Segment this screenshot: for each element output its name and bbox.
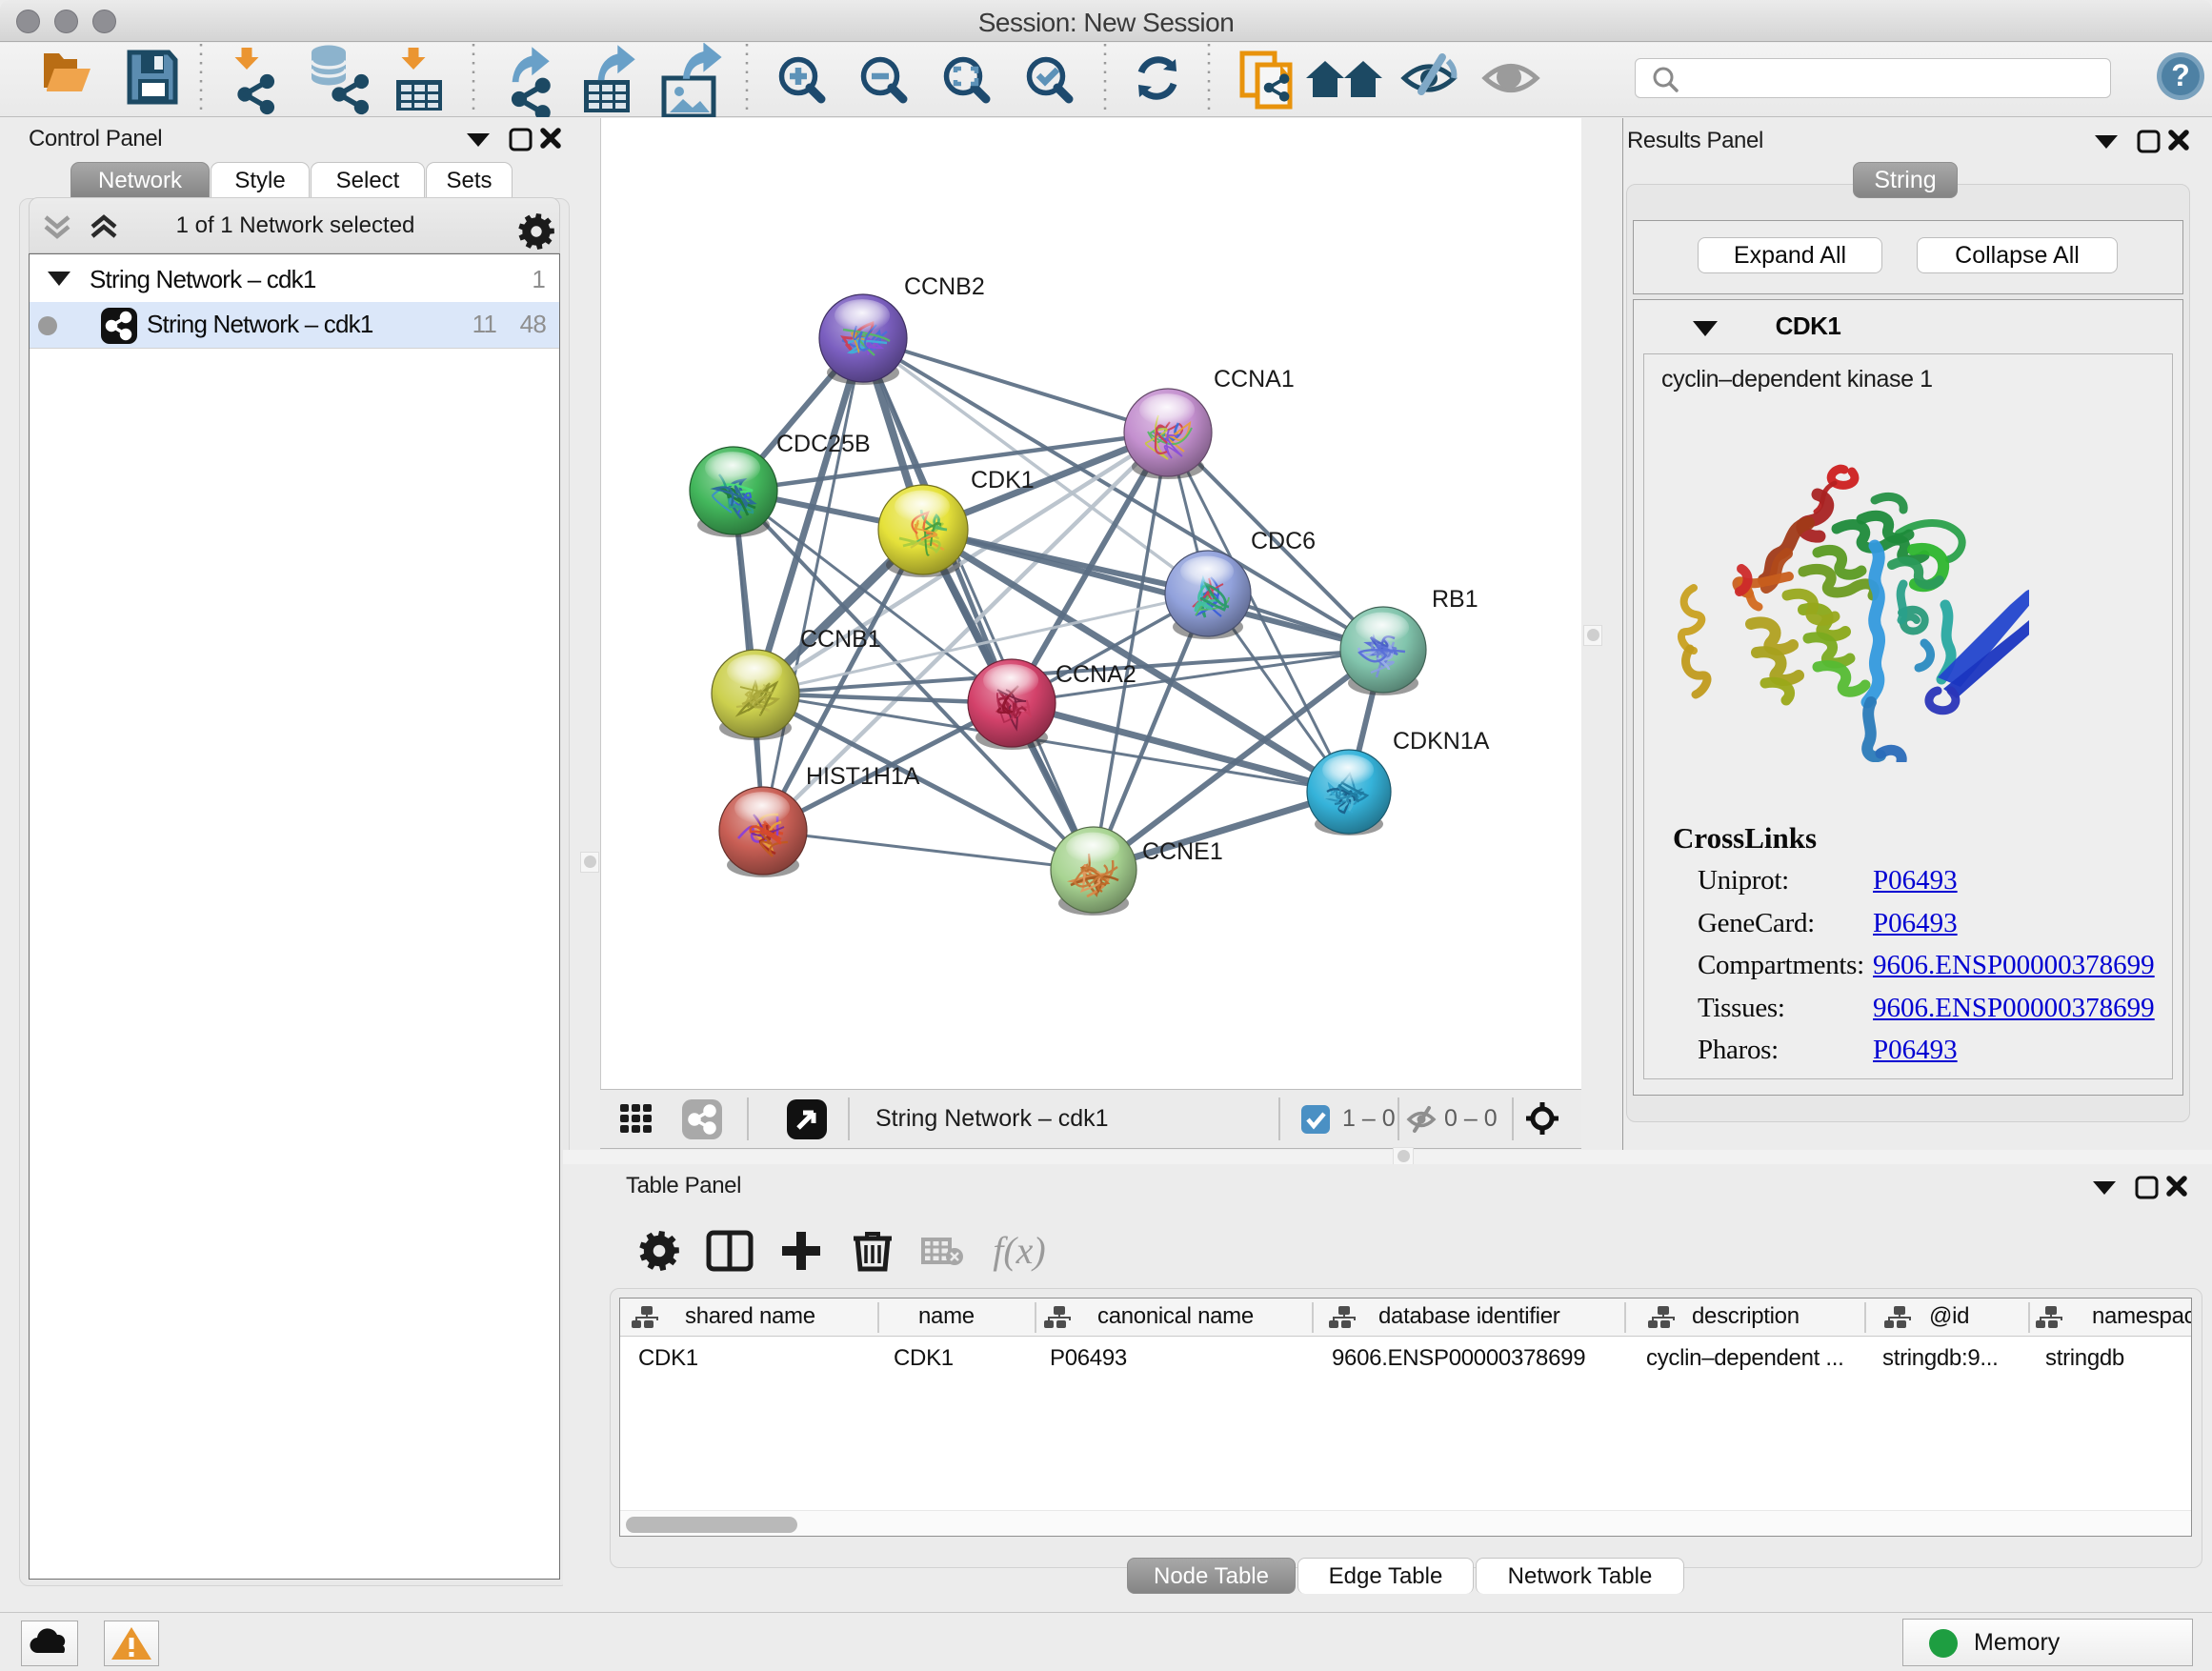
svg-text:CDKN1A: CDKN1A (1393, 728, 1490, 755)
svg-text:String Network – cdk1: String Network – cdk1 (875, 1105, 1109, 1132)
svg-text:1 – 0: 1 – 0 (1342, 1105, 1396, 1132)
svg-text:?: ? (2171, 58, 2190, 92)
svg-text:CDK1: CDK1 (971, 467, 1035, 493)
svg-text:CCNE1: CCNE1 (1142, 838, 1223, 865)
svg-text:CCNA1: CCNA1 (1214, 366, 1295, 393)
svg-text:f(x): f(x) (993, 1229, 1046, 1272)
svg-text:0 – 0: 0 – 0 (1444, 1105, 1498, 1132)
svg-text:CCNA2: CCNA2 (1056, 661, 1136, 688)
svg-text:CCNB2: CCNB2 (904, 273, 985, 300)
svg-text:CDC25B: CDC25B (776, 431, 871, 457)
svg-text:HIST1H1A: HIST1H1A (806, 763, 920, 790)
svg-text:RB1: RB1 (1432, 586, 1478, 613)
svg-text:CDC6: CDC6 (1251, 528, 1316, 554)
svg-text:CCNB1: CCNB1 (800, 626, 881, 653)
